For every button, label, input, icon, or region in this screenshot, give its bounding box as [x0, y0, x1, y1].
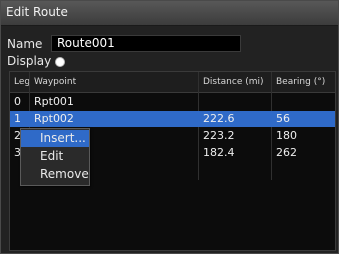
menu-item-label: Insert...: [40, 131, 86, 145]
cell-waypoint: Rpt002: [34, 112, 74, 125]
cell-distance: 182.4: [203, 146, 235, 159]
cell-leg: 1: [14, 112, 21, 125]
route-name-field[interactable]: Route001: [51, 35, 241, 52]
cell-leg: 0: [14, 95, 21, 108]
cell-waypoint: Rpt001: [34, 95, 74, 108]
cell-distance: 222.6: [203, 112, 235, 125]
edit-route-dialog: Edit Route Name Route001 Display Leg Way…: [0, 0, 339, 254]
display-label: Display: [7, 54, 52, 68]
table-row[interactable]: 0 Rpt001: [10, 94, 335, 110]
header-leg: Leg: [14, 77, 31, 87]
menu-item-label: Edit: [40, 149, 64, 163]
context-menu: Insert... Edit Remove: [20, 128, 90, 186]
menu-item-insert[interactable]: Insert...: [21, 130, 89, 147]
cell-bearing: 262: [276, 146, 297, 159]
header-waypoint: Waypoint: [34, 77, 77, 87]
header-distance: Distance (mi): [203, 77, 264, 87]
dialog-title: Edit Route: [6, 5, 68, 19]
title-bar: Edit Route: [1, 1, 338, 26]
name-label: Name: [7, 37, 43, 51]
table-row-selected[interactable]: 1 Rpt002 222.6 56: [10, 111, 335, 127]
cell-bearing: 180: [276, 129, 297, 142]
cell-distance: 223.2: [203, 129, 235, 142]
menu-item-remove[interactable]: Remove: [21, 166, 89, 183]
display-radio[interactable]: [55, 57, 65, 67]
header-bearing: Bearing (°): [276, 77, 326, 87]
menu-item-edit[interactable]: Edit: [21, 148, 89, 165]
cell-bearing: 56: [276, 112, 290, 125]
table-header: Leg Waypoint Distance (mi) Bearing (°): [10, 72, 335, 93]
menu-item-label: Remove: [40, 167, 89, 181]
